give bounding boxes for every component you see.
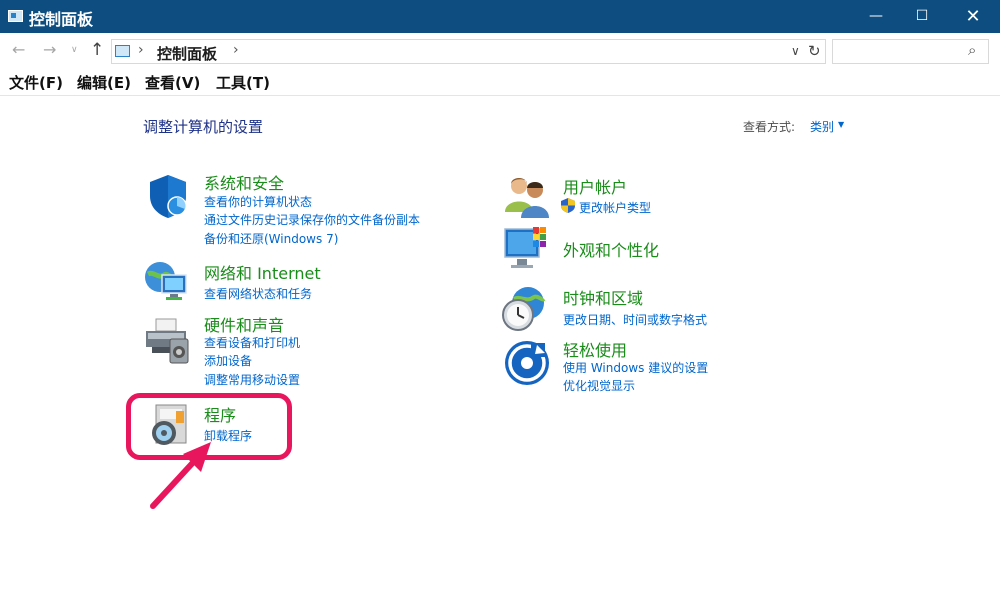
forward-button[interactable]: → [43,40,56,59]
search-box[interactable]: ⌕ [832,39,989,64]
link-change-date-time-format[interactable]: 更改日期、时间或数字格式 [563,311,707,328]
refresh-button[interactable]: ↻ [808,42,821,60]
link-backup-restore[interactable]: 备份和还原(Windows 7) [204,230,338,247]
close-button[interactable]: ✕ [950,0,996,33]
up-button[interactable]: ↑ [90,40,104,60]
link-mobility-settings[interactable]: 调整常用移动设置 [204,371,300,388]
back-button[interactable]: ← [12,40,25,59]
address-toolbar: ← → ∨ ↑ › 控制面板 › ∨ ↻ ⌕ [0,33,1000,68]
clock-globe-icon[interactable] [500,285,548,333]
category-system-security[interactable]: 系统和安全 [204,170,284,194]
chevron-down-icon[interactable]: ▼ [838,120,844,129]
page-heading: 调整计算机的设置 [143,118,264,136]
category-ease-of-access[interactable]: 轻松使用 [563,337,627,361]
menu-edit[interactable]: 编辑(E) [77,72,131,93]
control-panel-location-icon [115,45,130,57]
link-add-device[interactable]: 添加设备 [204,352,252,369]
main-content: 调整计算机的设置 查看方式: 类别 ▼ 系统和安全 查看你的计算机状态 通过文件… [0,97,1000,614]
link-view-computer-status[interactable]: 查看你的计算机状态 [204,193,312,210]
link-change-account-type[interactable]: 更改帐户类型 [579,199,651,216]
category-hardware-sound[interactable]: 硬件和声音 [204,312,284,336]
recent-locations-dropdown[interactable]: ∨ [71,45,78,55]
category-clock-region[interactable]: 时钟和区域 [563,285,643,309]
globe-network-icon[interactable] [142,257,190,305]
menu-file[interactable]: 文件(F) [9,72,63,93]
maximize-button[interactable]: ☐ [899,0,945,33]
category-network-internet[interactable]: 网络和 Internet [204,260,321,284]
breadcrumb-control-panel[interactable]: 控制面板 [157,43,217,64]
link-windows-recommended-settings[interactable]: 使用 Windows 建议的设置 [563,359,708,376]
window-title: 控制面板 [29,10,94,29]
link-optimize-visual-display[interactable]: 优化视觉显示 [563,377,635,394]
uac-shield-icon [561,198,575,213]
category-appearance-personalization[interactable]: 外观和个性化 [563,237,659,261]
breadcrumb-separator[interactable]: › [138,42,144,58]
shield-icon[interactable] [144,172,192,220]
menu-bar: 文件(F) 编辑(E) 查看(V) 工具(T) [0,68,1000,96]
users-icon[interactable] [503,172,551,220]
menu-tools[interactable]: 工具(T) [216,72,270,93]
pointer-arrow-icon [150,442,211,509]
link-devices-printers[interactable]: 查看设备和打印机 [204,334,300,351]
monitor-palette-icon[interactable] [503,225,551,273]
search-icon[interactable]: ⌕ [968,41,976,59]
link-file-history-backup[interactable]: 通过文件历史记录保存你的文件备份副本 [204,211,420,228]
view-by-label: 查看方式: [743,120,796,134]
search-input[interactable] [837,43,962,61]
menu-view[interactable]: 查看(V) [145,72,200,93]
minimize-button[interactable]: — [853,0,899,33]
address-field[interactable]: › 控制面板 › ∨ ↻ [111,39,826,64]
control-panel-icon [8,10,23,22]
breadcrumb-separator[interactable]: › [233,42,239,58]
title-bar: 控制面板 — ☐ ✕ [0,0,1000,33]
view-by-dropdown[interactable]: 类别 [810,118,834,135]
printer-icon[interactable] [142,317,190,365]
address-dropdown-button[interactable]: ∨ [791,44,800,58]
category-user-accounts[interactable]: 用户帐户 [563,174,627,198]
link-network-status[interactable]: 查看网络状态和任务 [204,285,312,302]
ease-of-access-icon[interactable] [503,339,551,387]
